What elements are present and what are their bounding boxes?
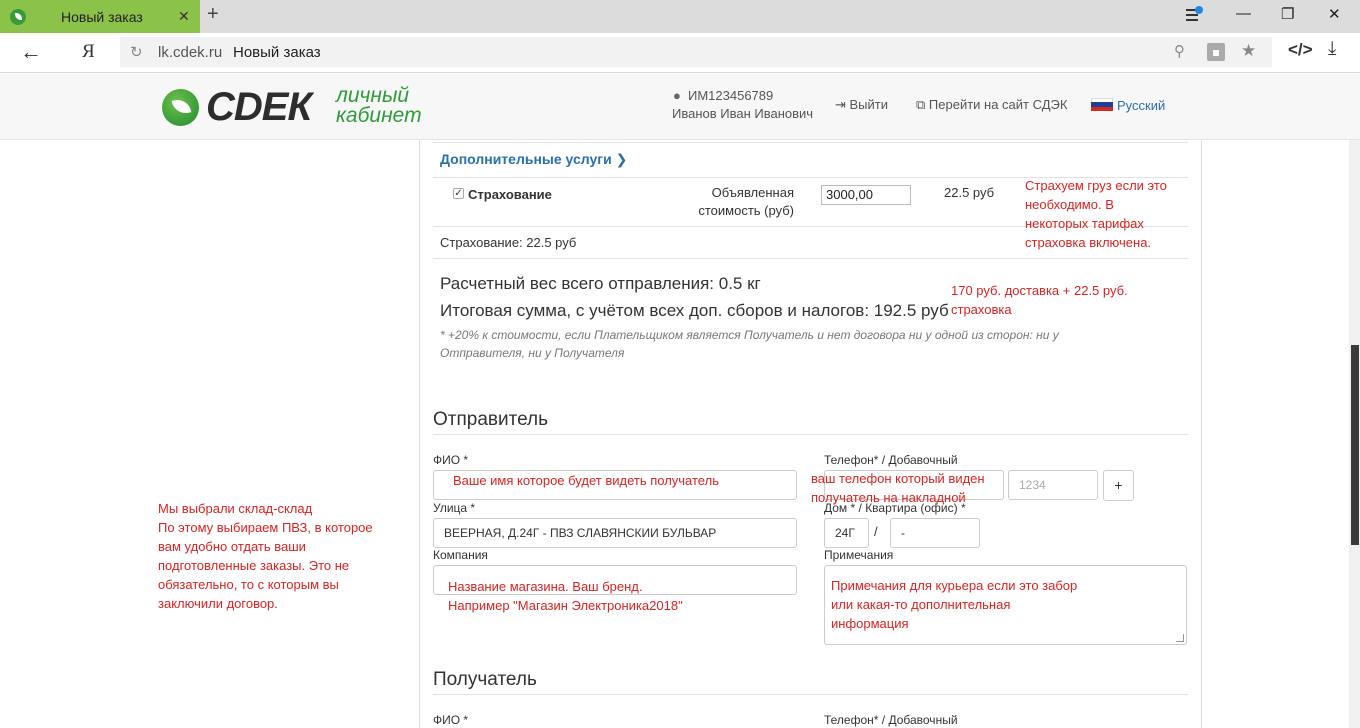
user-name: Иванов Иван Иванович xyxy=(672,106,814,121)
lock-icon[interactable] xyxy=(1207,43,1225,61)
recipient-phone-label: Телефон* / Добавочный xyxy=(824,713,958,727)
logo-text[interactable]: СDЕК xyxy=(206,85,312,130)
recipient-section-title: Получатель xyxy=(433,669,537,690)
insurance-annotation: Страхуем груз если это необходимо. В нек… xyxy=(1025,178,1167,250)
sender-company-label: Компания xyxy=(433,548,488,562)
logout-link[interactable]: ⇥ Выйти xyxy=(835,97,888,113)
code-view-icon[interactable]: </> xyxy=(1288,40,1313,60)
key-icon[interactable]: ⚲ xyxy=(1174,42,1185,60)
declared-value-label: Объявленная стоимость (руб) xyxy=(698,185,794,218)
site-header: СDЕК личный кабинет ● ИМ123456789 Иванов… xyxy=(0,74,1360,140)
insurance-price: 22.5 руб xyxy=(944,185,995,200)
sender-section-title: Отправитель xyxy=(433,409,549,430)
notification-dot-icon xyxy=(1195,6,1203,14)
sender-house-input[interactable]: 24Г xyxy=(824,518,869,548)
divider xyxy=(433,434,1188,435)
insurance-summary: Страхование: 22.5 руб xyxy=(440,235,577,250)
name-annotation: Ваше имя которое будет видеть получатель xyxy=(453,473,719,488)
new-tab-icon[interactable]: + xyxy=(207,3,219,26)
phone-annotation: ваш телефон который виден получатель на … xyxy=(811,471,985,505)
browser-tab[interactable]: Новый заказ ✕ xyxy=(0,0,200,33)
insurance-label: Страхование xyxy=(468,187,552,202)
add-phone-button[interactable]: + xyxy=(1103,470,1134,501)
browser-tab-bar: Новый заказ ✕ + — ❐ ✕ xyxy=(0,0,1360,33)
divider xyxy=(433,258,1188,259)
sender-fio-label: ФИО * xyxy=(433,453,469,467)
cdek-favicon-icon xyxy=(10,8,26,25)
resize-grip-icon[interactable] xyxy=(1176,634,1184,642)
sender-notes-label: Примечания xyxy=(824,548,894,562)
user-login: ИМ123456789 xyxy=(688,88,774,103)
reload-icon[interactable]: ↻ xyxy=(130,43,143,61)
russian-flag-icon xyxy=(1091,98,1113,111)
user-icon: ● xyxy=(673,88,681,103)
notes-annotation: Примечания для курьера если это забор ил… xyxy=(831,578,1078,631)
tab-title: Новый заказ xyxy=(61,8,143,25)
url-page-title: Новый заказ xyxy=(233,44,321,61)
divider xyxy=(433,694,1188,695)
divider xyxy=(433,142,1188,143)
yandex-home-icon[interactable]: Я xyxy=(82,41,95,63)
url-domain: lk.cdek.ru xyxy=(158,44,223,61)
logo-subtitle-line2: кабинет xyxy=(336,104,422,127)
total-weight: Расчетный вес всего отправления: 0.5 кг xyxy=(440,274,761,293)
back-arrow-icon[interactable]: ← xyxy=(20,39,42,65)
warehouse-annotation: Мы выбрали склад-склад По этому выбираем… xyxy=(158,501,373,611)
goto-site-link[interactable]: ⧉ Перейти на сайт СДЭК xyxy=(916,97,1067,113)
logo-subtitle-line1: личный xyxy=(336,84,410,107)
logout-label: Выйти xyxy=(849,97,889,112)
cdek-logo-icon[interactable] xyxy=(162,89,199,126)
browser-address-bar: ← Я ↻ lk.cdek.ru Новый заказ ⚲ ★ </> ⤓ xyxy=(0,33,1360,73)
window-close-icon[interactable]: ✕ xyxy=(1328,5,1341,23)
house-flat-separator: / xyxy=(874,524,878,539)
bookmark-star-icon[interactable]: ★ xyxy=(1241,41,1256,61)
sender-phone-ext-input[interactable]: 1234 xyxy=(1008,470,1098,500)
goto-site-label: Перейти на сайт СДЭК xyxy=(928,97,1068,112)
extra-services-toggle[interactable]: Дополнительные услуги ❯ xyxy=(440,151,627,168)
company-annotation: Название магазина. Ваш бренд. Например "… xyxy=(448,579,683,613)
language-link[interactable]: Русский xyxy=(1117,98,1165,113)
logo-subtitle: личный кабинет xyxy=(336,84,422,127)
url-field[interactable]: ↻ lk.cdek.ru Новый заказ ⚲ ★ xyxy=(120,37,1272,67)
insurance-checkbox[interactable]: ✓ xyxy=(453,188,464,199)
window-restore-icon[interactable]: ❐ xyxy=(1281,5,1294,23)
recipient-fio-label: ФИО * xyxy=(433,713,469,727)
sender-phone-label: Телефон* / Добавочный xyxy=(824,453,958,467)
total-sum: Итоговая сумма, с учётом всех доп. сборо… xyxy=(440,301,949,320)
download-icon[interactable]: ⤓ xyxy=(1328,38,1336,60)
sender-flat-input[interactable]: - xyxy=(890,518,980,548)
page-scrollbar-thumb[interactable] xyxy=(1351,345,1359,545)
total-annotation: 170 руб. доставка + 22.5 руб. страховка xyxy=(951,283,1128,317)
tab-close-icon[interactable]: ✕ xyxy=(178,8,190,25)
window-minimize-icon[interactable]: — xyxy=(1236,5,1251,22)
declared-value-input[interactable]: 3000,00 xyxy=(821,185,911,205)
sender-street-input[interactable]: ВЕЕРНАЯ, Д.24Г - ПВЗ СЛАВЯНСКИИ БУЛЬВАР xyxy=(433,518,797,548)
footnote: * +20% к стоимости, если Плательщиком яв… xyxy=(440,328,1059,360)
sender-street-label: Улица * xyxy=(433,501,476,515)
